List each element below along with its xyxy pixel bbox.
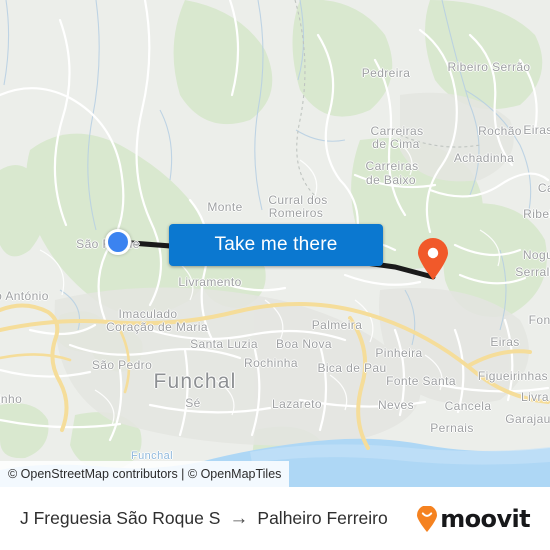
- map-pin-icon: [418, 238, 448, 280]
- map-attribution[interactable]: © OpenStreetMap contributors | © OpenMap…: [0, 461, 290, 487]
- moovit-logo[interactable]: moovit: [416, 504, 531, 533]
- trip-summary: J Freguesia São Roque S → Palheiro Ferre…: [20, 508, 388, 529]
- map-share-card: Pedreira Ribeiro Serrão Carreiras de Cima Ro…: [0, 0, 550, 550]
- bottom-bar: J Freguesia São Roque S → Palheiro Ferre…: [0, 487, 550, 550]
- origin-label: J Freguesia São Roque S: [20, 508, 221, 528]
- attribution-text: © OpenStreetMap contributors | © OpenMap…: [8, 467, 282, 481]
- origin-marker[interactable]: [105, 229, 131, 255]
- moovit-wordmark: moovit: [440, 504, 530, 533]
- map-canvas[interactable]: Pedreira Ribeiro Serrão Carreiras de Cima Ro…: [0, 0, 550, 487]
- destination-marker[interactable]: [417, 238, 449, 280]
- destination-label: Palheiro Ferreiro: [257, 508, 388, 528]
- moovit-pin-icon: [417, 505, 438, 532]
- take-me-there-button[interactable]: Take me there: [169, 224, 383, 266]
- arrow-right-icon: →: [229, 508, 249, 529]
